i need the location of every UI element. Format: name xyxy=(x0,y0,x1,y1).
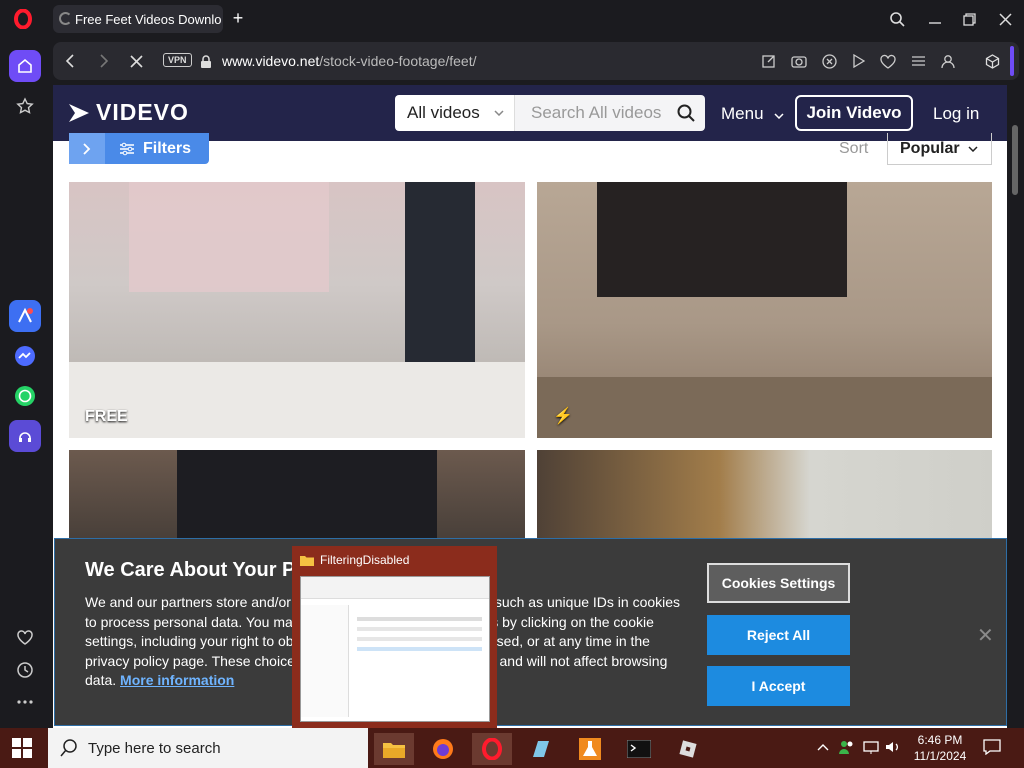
taskbar-search-placeholder: Type here to search xyxy=(88,739,221,757)
close-window-icon[interactable] xyxy=(994,8,1016,30)
url-host: www.videvo.net xyxy=(222,53,320,69)
star-icon[interactable] xyxy=(9,90,41,122)
adblock-icon[interactable] xyxy=(820,52,838,70)
clock-time: 6:46 PM xyxy=(917,733,963,747)
tab-title: Free Feet Videos Downlo xyxy=(75,11,222,27)
video-thumbnail[interactable]: ⚡ xyxy=(537,182,992,438)
file-explorer-icon[interactable] xyxy=(374,733,414,765)
menu-label: Menu xyxy=(721,104,764,123)
more-icon[interactable] xyxy=(9,686,41,718)
page-scrollbar[interactable] xyxy=(1009,85,1021,728)
aria-ai-icon[interactable] xyxy=(9,300,41,332)
easy-setup-icon[interactable] xyxy=(909,52,927,70)
tab-active[interactable]: Free Feet Videos Downlo xyxy=(53,5,223,33)
play-icon[interactable] xyxy=(850,52,868,70)
video-thumbnail[interactable]: FREE xyxy=(69,182,525,438)
profile-icon[interactable] xyxy=(939,52,957,70)
sidebar-accent-bar xyxy=(1010,46,1014,76)
url-path: /stock-video-footage/feet/ xyxy=(319,53,477,69)
chevron-up-icon[interactable] xyxy=(814,738,832,756)
stop-loading-icon[interactable] xyxy=(125,50,147,72)
sort-label: Sort xyxy=(839,140,869,157)
menu-button[interactable]: Menu xyxy=(721,104,784,124)
videvo-logo-icon xyxy=(69,103,89,122)
opera-logo-icon[interactable] xyxy=(10,6,36,32)
search-icon xyxy=(60,739,77,757)
lock-icon[interactable] xyxy=(195,51,217,73)
more-information-link[interactable]: More information xyxy=(120,672,234,688)
taskbar-window-preview[interactable]: FilteringDisabled xyxy=(292,546,497,728)
music-player-icon[interactable] xyxy=(9,420,41,452)
windows-start-icon[interactable] xyxy=(12,738,32,758)
lab-flask-icon[interactable] xyxy=(570,733,610,765)
notifications-icon[interactable] xyxy=(982,738,1002,756)
folder-icon xyxy=(300,556,314,566)
category-select-value: All videos xyxy=(407,103,480,122)
search-placeholder: Search All videos xyxy=(531,103,662,122)
camera-icon[interactable] xyxy=(790,52,808,70)
heart-icon[interactable] xyxy=(9,622,41,654)
sort-select[interactable]: Popular xyxy=(887,133,992,165)
network-icon[interactable] xyxy=(862,738,880,756)
url-field[interactable]: www.videvo.net/stock-video-footage/feet/ xyxy=(222,53,476,69)
taskbar-search-input[interactable]: Type here to search xyxy=(48,728,368,768)
filters-button[interactable]: Filters xyxy=(69,133,209,164)
chevron-right-icon[interactable] xyxy=(69,133,105,164)
site-logo[interactable]: VIDEVO xyxy=(68,99,189,126)
browser-tab-bar: Free Feet Videos Downlo + xyxy=(0,0,1024,38)
cookie-consent-banner: We Care About Your Privacy We and our pa… xyxy=(54,538,1007,726)
chevron-down-icon xyxy=(494,110,504,116)
sort-value: Popular xyxy=(900,139,960,157)
category-select[interactable]: All videos xyxy=(395,95,515,131)
reject-all-button[interactable]: Reject All xyxy=(707,615,850,655)
filters-label: Filters xyxy=(143,139,192,157)
brand-name: VIDEVO xyxy=(96,99,189,125)
accept-button[interactable]: I Accept xyxy=(707,666,850,706)
minimize-icon[interactable] xyxy=(924,8,946,30)
home-icon[interactable] xyxy=(9,50,41,82)
terminal-icon[interactable] xyxy=(619,733,659,765)
login-link[interactable]: Log in xyxy=(933,104,979,124)
preview-title: FilteringDisabled xyxy=(300,553,409,567)
windows-taskbar: Type here to search 6:46 PM 11/1/2024 xyxy=(0,728,1024,768)
premium-bolt-icon: ⚡ xyxy=(553,408,573,425)
clock-date: 11/1/2024 xyxy=(913,749,967,763)
loading-spinner-icon xyxy=(59,12,72,25)
app-icon[interactable] xyxy=(521,733,561,765)
file-explorer-thumbnail xyxy=(300,576,490,722)
cookies-settings-button[interactable]: Cookies Settings xyxy=(707,563,850,603)
search-input[interactable]: Search All videos xyxy=(515,95,705,131)
browser-sidebar xyxy=(0,38,50,728)
messenger-icon[interactable] xyxy=(9,340,41,372)
extensions-cube-icon[interactable] xyxy=(983,52,1001,70)
whatsapp-icon[interactable] xyxy=(9,380,41,412)
address-bar: VPN www.videvo.net/stock-video-footage/f… xyxy=(53,42,1019,80)
edit-icon[interactable] xyxy=(760,52,778,70)
vpn-badge[interactable]: VPN xyxy=(163,53,192,67)
search-tabs-icon[interactable] xyxy=(886,8,908,30)
bookmark-heart-icon[interactable] xyxy=(879,52,897,70)
search-icon[interactable] xyxy=(677,104,695,122)
close-icon[interactable]: ✕ xyxy=(977,623,994,648)
join-button[interactable]: Join Videvo xyxy=(795,95,913,131)
roblox-icon[interactable] xyxy=(668,733,708,765)
preview-title-text: FilteringDisabled xyxy=(320,553,410,567)
firefox-icon[interactable] xyxy=(423,733,463,765)
back-icon[interactable] xyxy=(59,50,81,72)
chevron-down-icon xyxy=(774,113,784,120)
new-tab-icon[interactable]: + xyxy=(229,9,247,27)
sliders-icon xyxy=(120,142,134,155)
people-icon[interactable] xyxy=(838,738,856,756)
system-clock[interactable]: 6:46 PM 11/1/2024 xyxy=(900,732,980,764)
forward-icon[interactable] xyxy=(93,50,115,72)
chevron-down-icon xyxy=(968,145,978,152)
history-icon[interactable] xyxy=(9,654,41,686)
free-badge: FREE xyxy=(85,408,128,425)
scrollbar-thumb[interactable] xyxy=(1012,125,1018,195)
opera-taskbar-icon[interactable] xyxy=(472,733,512,765)
restore-icon[interactable] xyxy=(958,8,980,30)
